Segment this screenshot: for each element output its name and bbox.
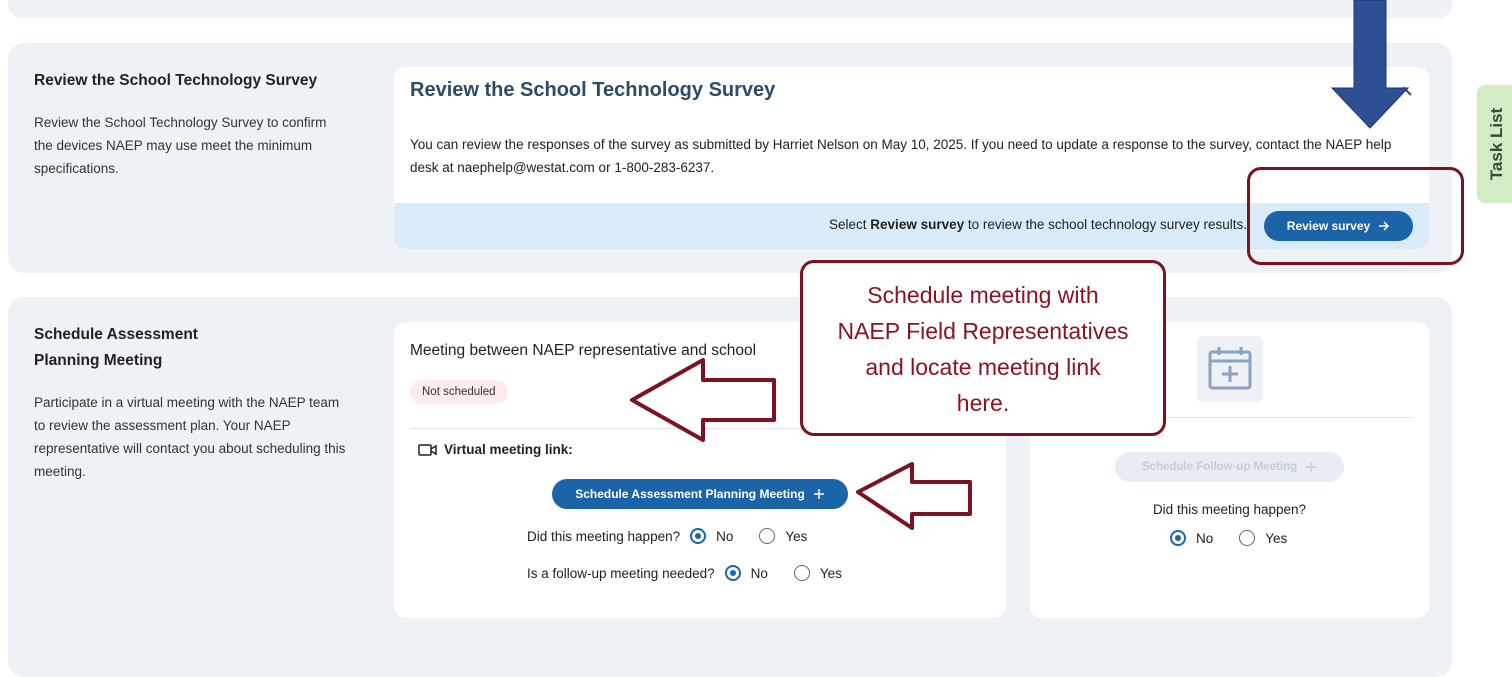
red-left-arrow-status xyxy=(630,358,776,442)
blue-down-arrow xyxy=(1330,0,1410,129)
annotation-arrows xyxy=(630,0,1410,530)
red-left-arrow-button xyxy=(856,462,972,530)
